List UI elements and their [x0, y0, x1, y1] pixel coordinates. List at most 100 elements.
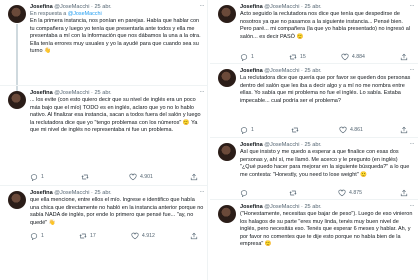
- reply-button[interactable]: [240, 189, 251, 197]
- reply-count: 1: [41, 233, 44, 239]
- share-button[interactable]: [400, 53, 408, 61]
- author-handle-date[interactable]: @JoseMacchi · 25 abr.: [264, 204, 321, 210]
- avatar[interactable]: [218, 143, 236, 161]
- heart-icon: [129, 173, 137, 181]
- tweet[interactable]: ··· Josefina @JoseMacchi · 25 abr. ... l…: [0, 86, 208, 186]
- avatar[interactable]: [8, 5, 26, 23]
- share-button[interactable]: [400, 126, 408, 134]
- tweet-text: que ella mencione, entre ellos el mío. I…: [30, 197, 204, 226]
- tweet[interactable]: ··· Josefina @JoseMacchi · 25 abr. La re…: [210, 64, 418, 138]
- retweet-button[interactable]: [291, 126, 302, 134]
- reply-count: 1: [41, 174, 44, 180]
- author-handle-date[interactable]: @JoseMacchi · 25 abr.: [54, 4, 111, 10]
- reply-count: 1: [251, 127, 254, 133]
- like-button[interactable]: 4.901: [129, 173, 153, 181]
- author-name[interactable]: Josefina: [240, 68, 263, 74]
- tweet-text: La reclutadora dice que quería que por f…: [240, 75, 411, 104]
- author-name[interactable]: Josefina: [240, 4, 263, 10]
- share-button[interactable]: [400, 189, 408, 197]
- tweet-actions: 1 17 4.912: [30, 232, 198, 240]
- share-button[interactable]: [190, 232, 198, 240]
- author-handle-date[interactable]: @JoseMacchi · 25 abr.: [264, 142, 321, 148]
- avatar[interactable]: [218, 205, 236, 223]
- reply-button[interactable]: 1: [240, 126, 254, 134]
- reply-prefix: En respuesta a: [30, 11, 67, 17]
- author-name[interactable]: Josefina: [30, 190, 53, 196]
- tweet-text: ... los evite (con esto quiero decir que…: [30, 97, 201, 134]
- like-button[interactable]: 4.912: [131, 232, 155, 240]
- avatar[interactable]: [218, 69, 236, 87]
- heart-icon: [339, 126, 347, 134]
- reply-button[interactable]: 1: [30, 232, 44, 240]
- tweet-body: Josefina @JoseMacchi · 25 abr. En respue…: [30, 4, 204, 56]
- retweet-icon: [79, 232, 87, 240]
- reply-icon: [30, 173, 38, 181]
- right-column: ··· Josefina @JoseMacchi · 25 abr. Acto …: [210, 0, 418, 280]
- like-count: 4.884: [351, 54, 365, 60]
- tweet-text: En la primera instancia, nos ponían en p…: [30, 18, 201, 55]
- tweet-text: Acto seguido la reclutadora nos dice que…: [240, 11, 410, 40]
- heart-icon: [131, 232, 139, 240]
- heart-icon: [341, 53, 349, 61]
- author-name[interactable]: Josefina: [240, 142, 263, 148]
- author-name[interactable]: Josefina: [30, 90, 53, 96]
- like-count: 4.912: [141, 233, 155, 239]
- tweet-header: Josefina @JoseMacchi · 25 abr.: [30, 90, 204, 97]
- tweet-header: Josefina @JoseMacchi · 25 abr.: [240, 68, 414, 75]
- tweet-actions: 1 4.861: [240, 126, 408, 134]
- tweet-header: Josefina @JoseMacchi · 25 abr.: [240, 142, 414, 149]
- retweet-count: 17: [90, 233, 96, 239]
- author-handle-date[interactable]: @JoseMacchi · 25 abr.: [54, 190, 111, 196]
- avatar[interactable]: [8, 91, 26, 109]
- tweet-header: Josefina @JoseMacchi · 25 abr.: [30, 4, 204, 11]
- like-count: 4.875: [349, 190, 362, 196]
- like-count: 4.861: [349, 127, 363, 133]
- like-count: 4.901: [139, 174, 153, 180]
- tweet-header: Josefina @JoseMacchi · 25 abr.: [240, 204, 414, 211]
- reply-icon: [30, 232, 38, 240]
- retweet-button[interactable]: [289, 189, 300, 197]
- reply-button[interactable]: 1: [240, 53, 254, 61]
- tweet[interactable]: ··· Josefina @JoseMacchi · 25 abr. En re…: [0, 0, 208, 86]
- author-name[interactable]: Josefina: [30, 4, 53, 10]
- tweet[interactable]: ··· Josefina @JoseMacchi · 25 abr. ("Hon…: [210, 200, 418, 280]
- tweet-actions: 1 4.901: [30, 173, 198, 181]
- tweet-header: Josefina @JoseMacchi · 25 abr.: [30, 190, 204, 197]
- retweet-icon: [81, 173, 89, 181]
- retweet-icon: [289, 53, 297, 61]
- like-button[interactable]: 4.884: [341, 53, 365, 61]
- tweet-body: Josefina @JoseMacchi · 25 abr. Así que i…: [240, 142, 414, 179]
- like-button[interactable]: 4.861: [339, 126, 363, 134]
- author-handle-date[interactable]: @JoseMacchi · 25 abr.: [264, 4, 321, 10]
- tweet[interactable]: ··· Josefina @JoseMacchi · 25 abr. que e…: [0, 186, 208, 280]
- tweet[interactable]: ··· Josefina @JoseMacchi · 25 abr. Así q…: [210, 138, 418, 200]
- reply-button[interactable]: 1: [30, 173, 44, 181]
- retweet-icon: [289, 189, 297, 197]
- tweet-body: Josefina @JoseMacchi · 25 abr. Acto segu…: [240, 4, 414, 41]
- share-icon: [190, 173, 198, 181]
- heart-icon: [338, 189, 346, 197]
- reply-icon: [240, 53, 248, 61]
- left-column: ··· Josefina @JoseMacchi · 25 abr. En re…: [0, 0, 208, 280]
- reply-icon: [240, 126, 248, 134]
- reply-mention-link[interactable]: @JoseMacchi: [68, 11, 102, 17]
- retweet-count: 15: [300, 54, 306, 60]
- author-handle-date[interactable]: @JoseMacchi · 25 abr.: [264, 68, 321, 74]
- like-button[interactable]: 4.875: [338, 189, 362, 197]
- reply-context: En respuesta a @JoseMacchi: [30, 11, 204, 18]
- tweet-text: Así que insisto y me quedo a esperar a q…: [240, 149, 410, 178]
- tweet-body: Josefina @JoseMacchi · 25 abr. ... los e…: [30, 90, 204, 135]
- avatar[interactable]: [8, 191, 26, 209]
- author-name[interactable]: Josefina: [240, 204, 263, 210]
- share-icon: [400, 53, 408, 61]
- retweet-button[interactable]: 15: [289, 53, 306, 61]
- tweet[interactable]: ··· Josefina @JoseMacchi · 25 abr. Acto …: [210, 0, 418, 64]
- reply-count: 1: [251, 54, 254, 60]
- retweet-button[interactable]: [81, 173, 92, 181]
- author-handle-date[interactable]: @JoseMacchi · 25 abr.: [54, 90, 111, 96]
- retweet-button[interactable]: 17: [79, 232, 96, 240]
- share-button[interactable]: [190, 173, 198, 181]
- tweet-body: Josefina @JoseMacchi · 25 abr. que ella …: [30, 190, 204, 227]
- avatar[interactable]: [218, 5, 236, 23]
- reply-icon: [240, 189, 248, 197]
